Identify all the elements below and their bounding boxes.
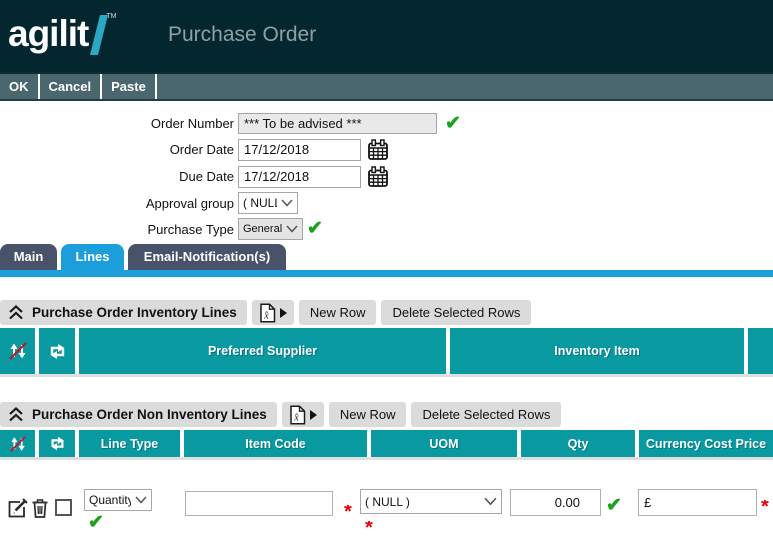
excel-export-icon: x̂: [289, 405, 306, 425]
col-currency-cost-price[interactable]: Currency Cost Price: [639, 430, 773, 457]
inventory-col-inventory-item[interactable]: Inventory Item: [450, 328, 744, 374]
currency-required-icon: *: [761, 500, 769, 514]
delete-row-trash-icon[interactable]: [31, 497, 49, 519]
uom-required-icon: *: [365, 521, 373, 535]
collapse-double-chevron-icon[interactable]: [8, 305, 24, 320]
agility-logo: agilit TM: [8, 11, 116, 57]
col-uom[interactable]: UOM: [371, 430, 517, 457]
edit-row-icon[interactable]: [7, 497, 29, 519]
logo-slash-icon: [90, 15, 108, 55]
inventory-lines-section-header: Purchase Order Inventory Lines x̂ New Ro…: [0, 300, 531, 325]
collapse-double-chevron-icon[interactable]: [8, 407, 24, 422]
line-type-valid-icon: ✔: [88, 513, 104, 532]
inventory-delete-rows-button[interactable]: Delete Selected Rows: [381, 300, 531, 325]
non-inventory-new-row-button[interactable]: New Row: [329, 402, 407, 427]
due-date-field[interactable]: 17/12/2018: [238, 166, 361, 188]
page-title: Purchase Order: [168, 23, 316, 47]
non-inventory-section-title: Purchase Order Non Inventory Lines: [32, 407, 267, 422]
inventory-new-row-button[interactable]: New Row: [299, 300, 377, 325]
order-date-label: Order Date: [0, 140, 234, 160]
item-code-input[interactable]: [185, 491, 333, 516]
purchase-type-valid-icon: ✔: [307, 219, 323, 238]
active-tab-bar: [0, 270, 773, 277]
inventory-lines-collapse[interactable]: Purchase Order Inventory Lines: [0, 300, 247, 325]
due-date-calendar-icon[interactable]: [367, 166, 389, 188]
chevron-down-icon: [281, 199, 293, 207]
non-inventory-delete-rows-button[interactable]: Delete Selected Rows: [411, 402, 561, 427]
tab-email-notifications[interactable]: Email-Notification(s): [128, 244, 286, 270]
non-inventory-lines-section-header: Purchase Order Non Inventory Lines x̂ Ne…: [0, 402, 561, 427]
inventory-table-header: Preferred Supplier Inventory Item: [0, 328, 773, 377]
non-inventory-lines-collapse[interactable]: Purchase Order Non Inventory Lines: [0, 402, 277, 427]
non-inventory-nosort-header[interactable]: [0, 430, 35, 457]
no-sort-icon: [8, 434, 28, 454]
order-date-field[interactable]: 17/12/2018: [238, 139, 361, 161]
order-date-calendar-icon[interactable]: [367, 139, 389, 161]
non-inventory-export-excel-button[interactable]: x̂: [282, 402, 324, 427]
refresh-loop-icon: [48, 342, 67, 361]
due-date-label: Due Date: [0, 167, 234, 187]
paste-button[interactable]: Paste: [102, 74, 157, 99]
order-number-field[interactable]: *** To be advised ***: [238, 113, 437, 134]
qty-field[interactable]: 0.00: [510, 489, 601, 516]
row-select-checkbox[interactable]: [55, 499, 72, 516]
no-sort-icon: [7, 340, 29, 362]
line-type-value: Quantity: [89, 493, 131, 507]
refresh-loop-icon: [49, 435, 66, 452]
excel-export-icon: x̂: [259, 303, 276, 323]
inventory-export-excel-button[interactable]: x̂: [252, 300, 294, 325]
order-number-label: Order Number: [0, 114, 234, 134]
inventory-col-preferred-supplier[interactable]: Preferred Supplier: [79, 328, 446, 374]
app-header: agilit TM Purchase Order: [0, 0, 773, 72]
approval-group-label: Approval group: [0, 194, 234, 214]
order-number-valid-icon: ✔: [445, 114, 461, 133]
item-code-required-icon: *: [344, 505, 352, 519]
col-line-type[interactable]: Line Type: [79, 430, 180, 457]
qty-valid-icon: ✔: [606, 496, 622, 515]
non-inventory-refresh-header[interactable]: [39, 430, 75, 457]
approval-group-select[interactable]: ( NULL ): [238, 192, 298, 214]
col-item-code[interactable]: Item Code: [184, 430, 367, 457]
approval-group-value: ( NULL ): [243, 196, 277, 210]
chevron-down-icon: [484, 497, 497, 506]
non-inventory-table-header: Line Type Item Code UOM Qty Currency Cos…: [0, 430, 773, 460]
chevron-down-icon: [135, 496, 147, 504]
tab-main[interactable]: Main: [0, 244, 57, 270]
line-type-select[interactable]: Quantity: [84, 489, 152, 511]
ok-button[interactable]: OK: [0, 74, 40, 99]
purchase-type-select[interactable]: General PO: [238, 218, 303, 240]
cancel-button[interactable]: Cancel: [40, 74, 103, 99]
inventory-refresh-header[interactable]: [39, 328, 75, 374]
inventory-nosort-header[interactable]: [0, 328, 35, 374]
purchase-type-label: Purchase Type: [0, 220, 234, 240]
chevron-down-icon: [286, 225, 298, 233]
currency-cost-price-field[interactable]: £: [638, 489, 757, 516]
logo-text: agilit: [8, 11, 88, 57]
svg-text:x̂: x̂: [293, 412, 299, 423]
uom-select[interactable]: ( NULL ): [360, 489, 502, 514]
svg-text:x̂: x̂: [263, 310, 269, 321]
export-menu-caret-icon[interactable]: [280, 308, 287, 318]
purchase-type-value: General PO: [243, 223, 282, 235]
purchase-order-window: agilit TM Purchase Order OK Cancel Paste…: [0, 0, 773, 539]
inventory-section-title: Purchase Order Inventory Lines: [32, 305, 237, 320]
uom-value: ( NULL ): [365, 495, 480, 509]
export-menu-caret-icon[interactable]: [310, 410, 317, 420]
tab-lines[interactable]: Lines: [61, 244, 124, 270]
col-qty[interactable]: Qty: [521, 430, 635, 457]
action-toolbar: OK Cancel Paste: [0, 72, 773, 101]
inventory-col-extra: [748, 328, 773, 374]
